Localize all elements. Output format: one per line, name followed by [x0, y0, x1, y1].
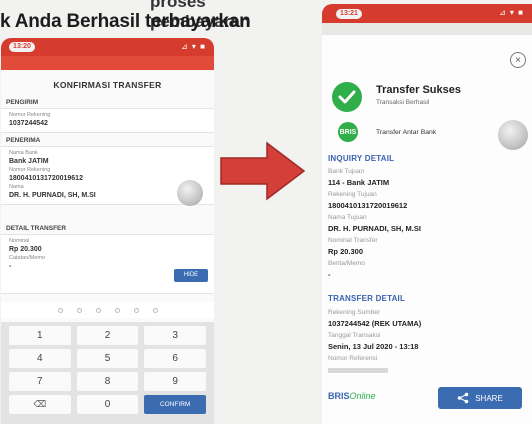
key-2[interactable]: 2 [76, 326, 139, 345]
transfer-type-label: Transfer Antar Bank [376, 129, 437, 136]
key-3[interactable]: 3 [144, 326, 206, 345]
status-icons: ⊿ ▾ ■ [181, 42, 206, 51]
brand-online: Online [349, 391, 376, 401]
transfer-detail-title: TRANSFER DETAIL [328, 294, 406, 303]
pengirim-header: PENGIRIM [6, 99, 39, 106]
status-time: 13:20 [9, 42, 35, 52]
key-8[interactable]: 8 [76, 372, 139, 391]
success-subtitle: Transaksi Berhasil [376, 99, 430, 106]
pin-keypad: 1 2 3 4 5 6 7 8 9 ⌫ 0 CONFIRM [1, 322, 214, 424]
pengirim-account-value: 1037244542 [9, 120, 48, 127]
pengirim-section: PENGIRIM Nomor Rekening 1037244542 [1, 98, 214, 133]
key-4[interactable]: 4 [9, 349, 71, 368]
key-1[interactable]: 1 [9, 326, 71, 345]
backspace-key[interactable]: ⌫ [9, 395, 71, 414]
transaction-date-label: Tanggal Transaksi [328, 332, 381, 339]
reference-number-value-faded [328, 365, 388, 374]
detail-transfer-section: DETAIL TRANSFER Nominal Rp 20.300 Catata… [1, 224, 214, 294]
source-account-label: Rekening Sumber [328, 309, 381, 316]
pengirim-account-label: Nomor Rekening [9, 112, 51, 118]
nominal-value: Rp 20.300 [9, 246, 42, 253]
floating-assistive-button[interactable] [498, 120, 528, 150]
backspace-icon: ⌫ [33, 399, 47, 409]
app-nav-bar [322, 23, 532, 35]
key-7[interactable]: 7 [9, 372, 71, 391]
pin-dot [114, 307, 120, 313]
nominal-label: Nominal [9, 238, 30, 244]
status-bar: 13:21 ⊿ ▾ ■ [322, 4, 532, 23]
heading-main: k Anda Berhasil terbayarkan [0, 11, 251, 32]
bank-name-label: Nama Bank [9, 150, 38, 156]
pin-dot [133, 307, 139, 313]
penerima-header: PENERIMA [6, 137, 41, 144]
nominal-transfer-value: Rp 20.300 [328, 247, 364, 256]
pin-dot [95, 307, 101, 313]
destination-name-label: Nama Tujuan [328, 214, 367, 221]
destination-account-label: Rekening Tujuan [328, 191, 377, 198]
floating-assistive-button[interactable] [177, 180, 203, 206]
bank-transfer-icon: BRIS [338, 122, 358, 142]
hide-button[interactable]: HIDE [174, 269, 208, 282]
share-button[interactable]: SHARE [438, 387, 522, 409]
pin-dot [57, 307, 63, 313]
transaction-date-value: Senin, 13 Jul 2020 - 13:18 [328, 342, 419, 351]
destination-bank-value: 114 - Bank JATIM [328, 178, 390, 187]
success-check-icon [332, 82, 362, 112]
status-bar: 13:20 ⊿ ▾ ■ [1, 38, 214, 56]
inquiry-detail-title: INQUIRY DETAIL [328, 154, 395, 163]
key-9[interactable]: 9 [144, 372, 206, 391]
share-icon [457, 392, 469, 404]
memo-label: Berita/Memo [328, 260, 365, 267]
brisonline-logo: BRISOnline [328, 391, 376, 401]
reference-number-label: Nomor Referensi [328, 355, 378, 362]
status-icons: ⊿ ▾ ■ [499, 8, 524, 17]
status-time: 13:21 [336, 9, 362, 19]
memo-label: Catatan/Memo [9, 255, 46, 261]
page-title: KONFIRMASI TRANSFER [53, 80, 162, 90]
right-arrow-icon [220, 141, 306, 201]
nominal-transfer-label: Nominal Transfer [328, 237, 378, 244]
left-phone-screen: 13:20 ⊿ ▾ ■ KONFIRMASI TRANSFER PENGIRIM… [1, 38, 214, 424]
key-5[interactable]: 5 [76, 349, 139, 368]
slide-heading: proses pembayaran k Anda Berhasil terbay… [0, 0, 300, 36]
destination-account-value: 1800410131720019612 [328, 201, 408, 210]
bank-name-value: Bank JATIM [9, 158, 49, 165]
recipient-account-label: Nomor Rekening [9, 167, 51, 173]
confirm-button[interactable]: CONFIRM [144, 395, 206, 414]
memo-value: - [328, 270, 331, 279]
close-icon: × [515, 54, 521, 66]
source-account-value: 1037244542 (REK UTAMA) [328, 319, 422, 328]
destination-name-value: DR. H. PURNADI, SH, M.SI [328, 224, 421, 233]
close-button[interactable]: × [510, 52, 526, 68]
share-label: SHARE [475, 393, 503, 403]
pin-dot [76, 307, 82, 313]
right-phone-screen: 13:21 ⊿ ▾ ■ × Transfer Sukses Transaksi … [322, 4, 532, 424]
pin-indicator [1, 302, 214, 318]
brand-bris: BRIS [328, 391, 350, 401]
key-0[interactable]: 0 [76, 395, 139, 414]
key-6[interactable]: 6 [144, 349, 206, 368]
success-title: Transfer Sukses [376, 84, 461, 96]
destination-bank-label: Bank Tujuan [328, 168, 365, 175]
detail-transfer-header: DETAIL TRANSFER [6, 225, 67, 232]
pin-dot [152, 307, 158, 313]
app-nav-bar [1, 56, 214, 70]
